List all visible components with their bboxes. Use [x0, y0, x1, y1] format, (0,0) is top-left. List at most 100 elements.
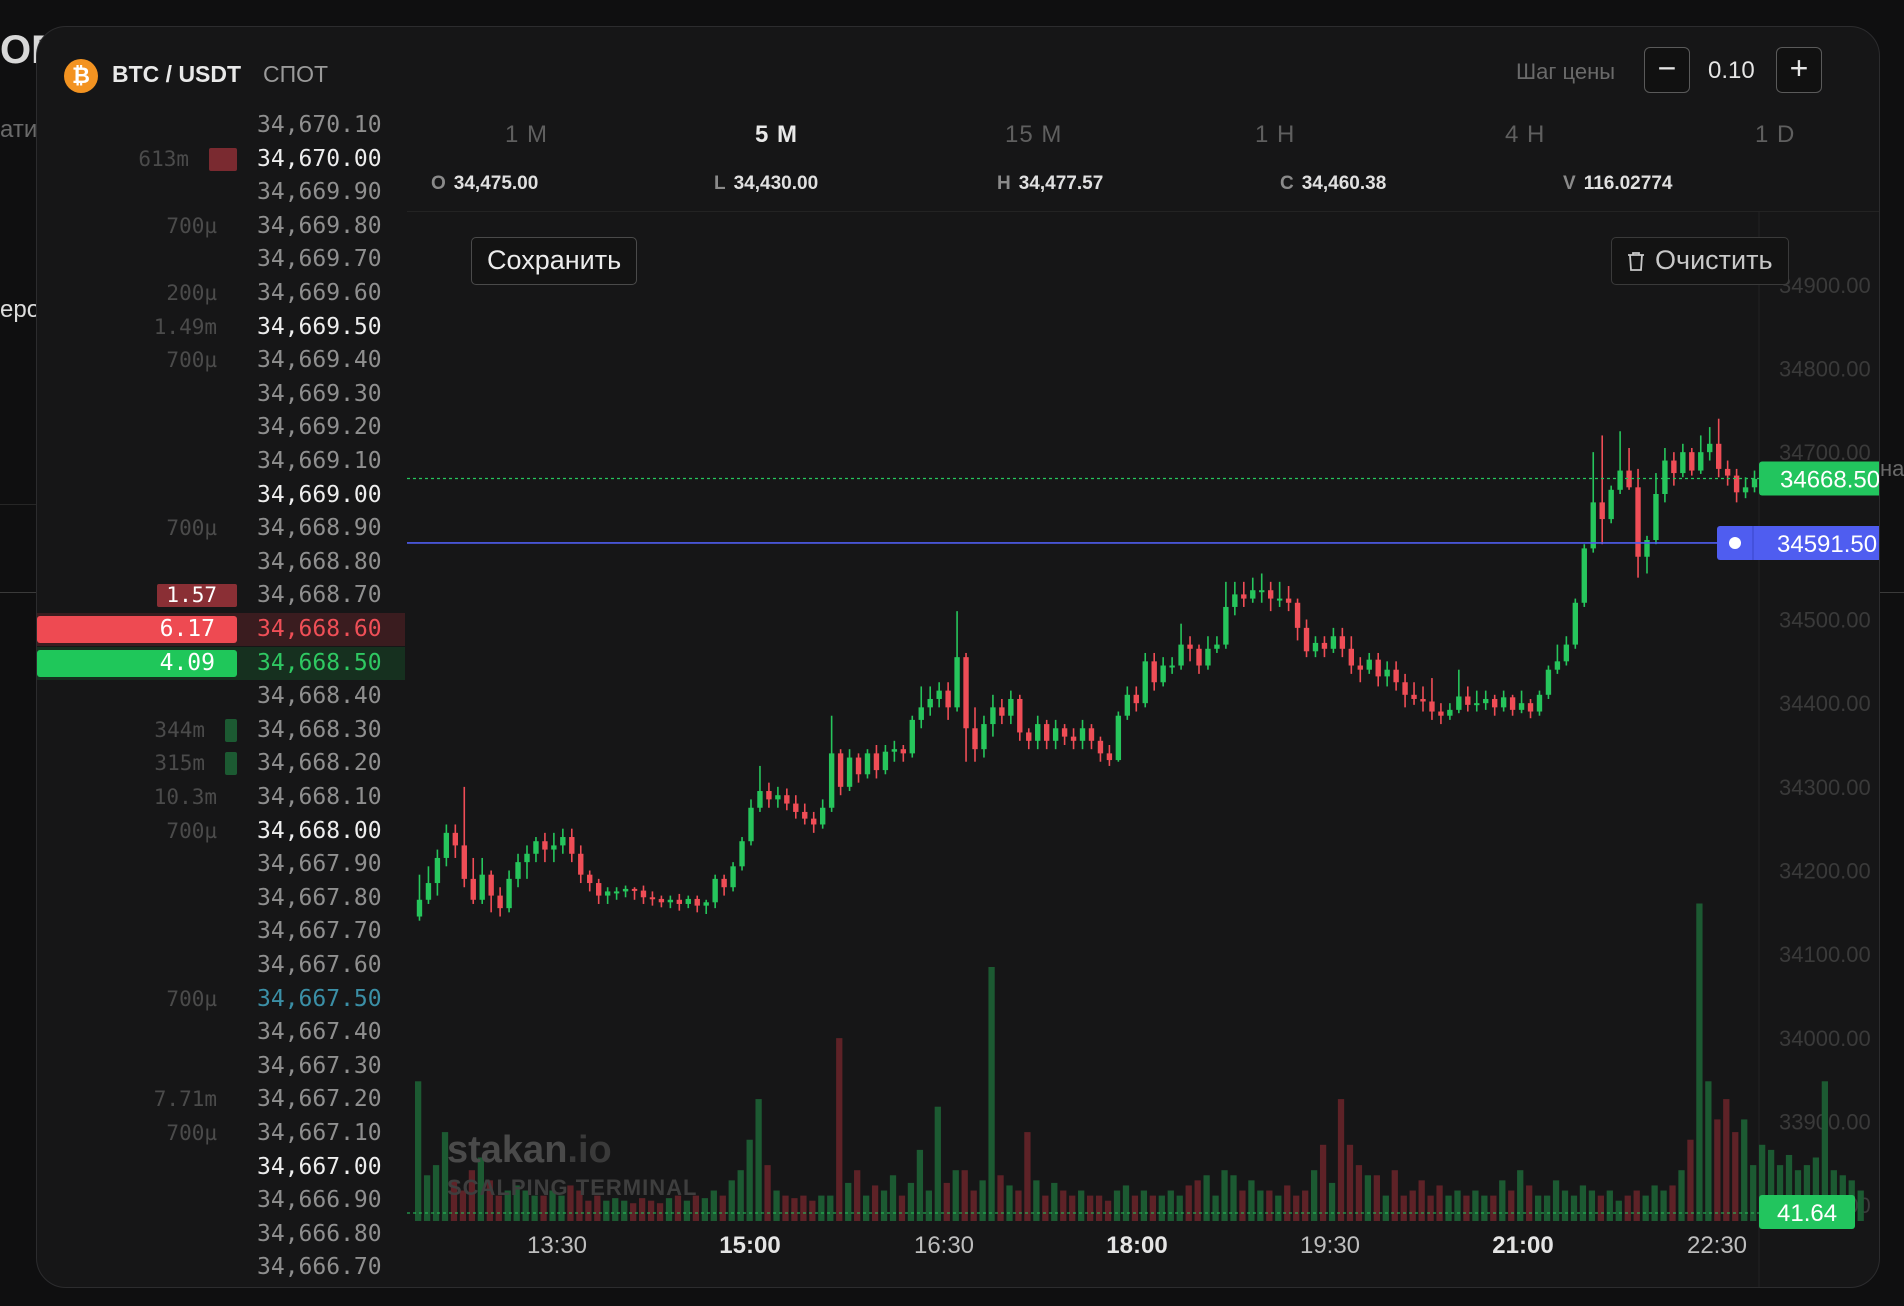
order-book-row[interactable]: 34,667.90	[37, 848, 405, 881]
order-book-row[interactable]: 34,668.80	[37, 546, 405, 579]
candle-body	[864, 753, 871, 775]
order-book-row[interactable]: 344m 34,668.30	[37, 714, 405, 747]
order-book-row[interactable]: 34,669.30	[37, 378, 405, 411]
order-book-row[interactable]: 34,670.10	[37, 109, 405, 142]
price-chart[interactable]: 1 M5 M 15 M1 H4 H1 D O 34,475.00 L 34,430.0…	[407, 109, 1879, 1287]
order-book-row[interactable]: 34,667.70	[37, 915, 405, 948]
order-book-price: 34,669.40	[257, 347, 382, 374]
volume-bar	[1230, 1175, 1237, 1221]
volume-bar	[907, 1182, 915, 1221]
order-book-price: 34,667.40	[257, 1019, 382, 1046]
x-axis-tick-label: 22:30	[1687, 1232, 1747, 1259]
order-book-row[interactable]: 34,666.90	[37, 1184, 405, 1217]
order-book-row[interactable]: 315m 34,668.20	[37, 747, 405, 780]
price-step-increase-button[interactable]: +	[1776, 47, 1822, 93]
candle-body	[1491, 698, 1498, 708]
volume-bar	[863, 1195, 870, 1221]
volume-bar	[1140, 1190, 1148, 1221]
candle-body	[694, 898, 700, 906]
order-book-row[interactable]: 34,667.60	[37, 949, 405, 982]
order-book-row[interactable]: 34,667.40	[37, 1016, 405, 1049]
candle-body	[972, 728, 978, 750]
order-book-price: 34,668.80	[257, 548, 382, 575]
order-book-row[interactable]: 700µ 34,668.90	[37, 512, 405, 545]
order-book-row[interactable]: 613m 34,670.00	[37, 143, 405, 176]
candle-body	[891, 749, 898, 752]
order-book-row[interactable]: 34,669.00	[37, 479, 405, 512]
volume-bar	[225, 752, 237, 776]
candle-body	[819, 807, 826, 825]
candle-body	[730, 866, 736, 888]
order-book-row[interactable]: 7.71m 34,667.20	[37, 1083, 405, 1116]
order-book-row[interactable]: 34,669.20	[37, 411, 405, 444]
candle-body	[631, 888, 638, 891]
candle-body	[1724, 468, 1731, 476]
candlestick-plot[interactable]: 34900.0034800.0034700.0034600.0034500.00…	[407, 109, 1879, 1287]
candle-body	[425, 883, 432, 900]
order-book-row[interactable]: 34,669.90	[37, 176, 405, 209]
candle-body	[1554, 661, 1561, 670]
order-book-row[interactable]: 6.17 34,668.60	[37, 613, 405, 646]
order-book-row[interactable]: 700µ 34,669.40	[37, 344, 405, 377]
candle-body	[1133, 694, 1139, 704]
volume-bar	[1319, 1144, 1327, 1221]
watermark-subtitle: SCALPING TERMINAL	[447, 1175, 698, 1200]
order-book-row[interactable]: 34,669.70	[37, 243, 405, 276]
order-book-row[interactable]: 4.09 34,668.50	[37, 646, 405, 680]
order-book-price: 34,667.10	[257, 1120, 382, 1146]
volume-bar	[818, 1195, 825, 1221]
order-book-row[interactable]: 700µ 34,669.80	[37, 210, 405, 243]
candle-body	[1474, 703, 1480, 706]
candle-body	[640, 890, 647, 898]
order-book-row[interactable]: 34,667.30	[37, 1050, 405, 1083]
order-book-price: 34,669.80	[257, 212, 382, 239]
order-book-row[interactable]: 200µ 34,669.60	[37, 277, 405, 310]
candle-body	[488, 874, 494, 896]
order-book-volume: 700µ	[166, 818, 217, 843]
candle-body	[828, 753, 835, 808]
y-axis-tick-label: 34200.00	[1779, 859, 1871, 884]
candle-body	[748, 807, 754, 842]
order-book-row[interactable]: 34,666.70	[37, 1251, 405, 1284]
order-book-row[interactable]: 34,667.00	[37, 1151, 405, 1184]
candle-body	[1402, 682, 1408, 695]
candle-body	[1250, 590, 1256, 599]
order-book-price: 34,667.30	[257, 1052, 382, 1079]
order-book-price: 34,667.00	[257, 1153, 382, 1180]
candle-body	[900, 749, 907, 754]
order-book-price: 34,670.10	[257, 112, 382, 138]
price-step-decrease-button[interactable]: −	[1644, 47, 1690, 93]
order-book-volume: 1.49m	[153, 314, 217, 339]
candle-body	[1294, 602, 1301, 628]
x-axis-tick-label: 21:00	[1492, 1232, 1553, 1259]
y-axis-tick-label: 34300.00	[1779, 775, 1871, 800]
volume-bar	[621, 1200, 628, 1221]
candle-body	[1160, 665, 1166, 683]
candle-body	[497, 895, 503, 909]
order-book-row[interactable]: 34,667.80	[37, 882, 405, 915]
candle-body	[1303, 627, 1310, 652]
order-book-row[interactable]: 34,668.40	[37, 680, 405, 713]
order-book[interactable]: 34,670.10 613m 34,670.00 34,669.90 700µ 34,66…	[37, 109, 407, 1287]
order-book-row[interactable]: 10.3m 34,668.10	[37, 781, 405, 814]
volume-bar	[943, 1182, 950, 1221]
candle-body	[1483, 698, 1489, 704]
volume-bar	[1113, 1190, 1121, 1221]
volume-bar	[1508, 1190, 1515, 1221]
order-book-row[interactable]: 700µ 34,667.10	[37, 1117, 405, 1150]
order-book-row[interactable]: 1.57 34,668.70	[37, 579, 405, 612]
clear-button-label: Очистить	[1655, 245, 1773, 275]
order-book-price: 34,669.00	[257, 481, 382, 508]
candle-body	[1671, 460, 1677, 474]
trading-pair[interactable]: BTC / USDT	[112, 61, 241, 88]
save-button[interactable]: Сохранить	[471, 237, 638, 285]
candle-body	[712, 878, 718, 903]
order-book-row[interactable]: 1.49m 34,669.50	[37, 311, 405, 344]
order-book-row[interactable]: 700µ 34,667.50	[37, 983, 405, 1016]
candle-body	[1061, 728, 1068, 737]
candle-body	[990, 707, 996, 725]
order-book-row[interactable]: 34,669.10	[37, 445, 405, 478]
clear-button[interactable]: Очистить	[1611, 237, 1789, 285]
order-book-row[interactable]: 34,666.80	[37, 1218, 405, 1251]
order-book-row[interactable]: 700µ 34,668.00	[37, 815, 405, 848]
